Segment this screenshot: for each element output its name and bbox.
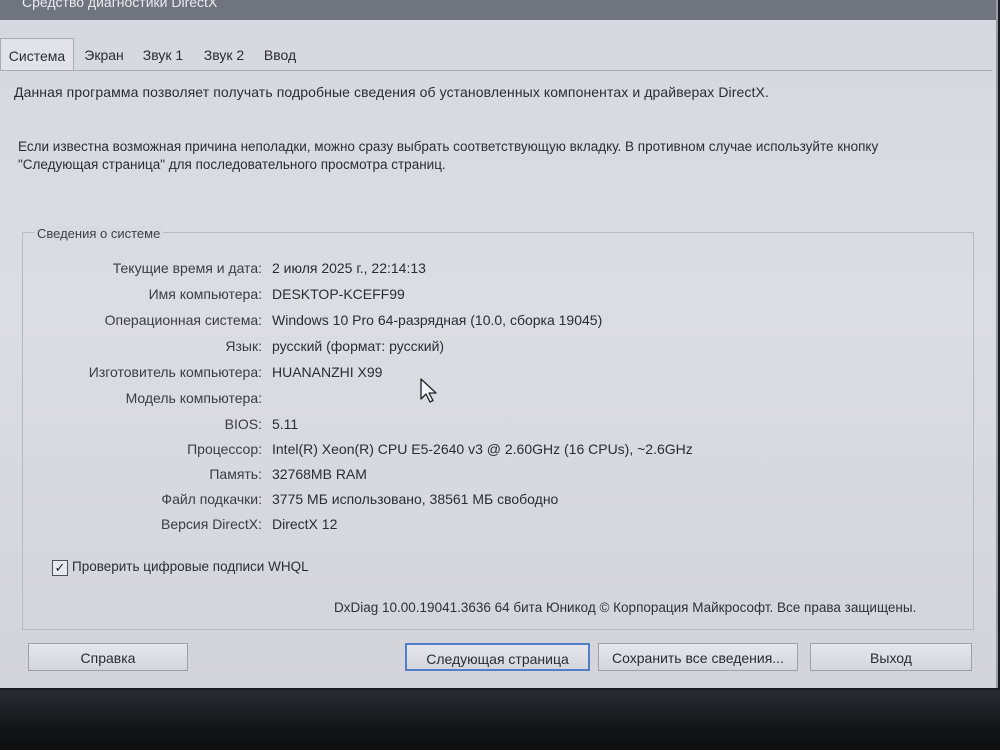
- info-label: Файл подкачки:: [161, 491, 262, 507]
- window-title: Средство диагностики DirectX: [22, 0, 218, 10]
- info-row-language: Язык: русский (формат: русский): [0, 336, 996, 356]
- info-value: Intel(R) Xeon(R) CPU E5-2640 v3 @ 2.60GH…: [272, 441, 693, 457]
- info-label: Текущие время и дата:: [112, 260, 262, 276]
- monitor-bezel: [0, 690, 1000, 750]
- info-row-directx: Версия DirectX: DirectX 12: [0, 514, 996, 534]
- info-label: BIOS:: [224, 416, 262, 432]
- next-page-button[interactable]: Следующая страница: [405, 643, 590, 671]
- info-row-datetime: Текущие время и дата: 2 июля 2025 г., 22…: [0, 258, 996, 278]
- info-value: 5.11: [272, 416, 299, 432]
- system-info-title: Сведения о системе: [34, 226, 164, 241]
- tab-divider: [0, 70, 992, 71]
- title-bar: Средство диагностики DirectX: [0, 0, 996, 20]
- info-label: Модель компьютера:: [125, 390, 262, 406]
- tab-system[interactable]: Система: [0, 38, 74, 71]
- info-row-memory: Память: 32768MB RAM: [0, 464, 996, 484]
- exit-button[interactable]: Выход: [810, 643, 972, 671]
- info-value: DirectX 12: [272, 516, 338, 532]
- info-row-pagefile: Файл подкачки: 3775 МБ использовано, 385…: [0, 489, 996, 509]
- info-value: 32768MB RAM: [272, 466, 367, 482]
- info-label: Язык:: [225, 338, 262, 354]
- info-row-os: Операционная система: Windows 10 Pro 64-…: [0, 310, 996, 330]
- info-value: 2 июля 2025 г., 22:14:13: [272, 260, 426, 276]
- info-label: Версия DirectX:: [161, 516, 262, 532]
- info-row-bios: BIOS: 5.11: [0, 414, 996, 434]
- tab-input[interactable]: Ввод: [258, 40, 302, 70]
- info-row-computer-name: Имя компьютера: DESKTOP-KCEFF99: [0, 284, 996, 304]
- whql-checkbox-label[interactable]: Проверить цифровые подписи WHQL: [72, 559, 309, 574]
- info-row-model: Модель компьютера:: [0, 388, 996, 408]
- info-label: Изготовитель компьютера:: [88, 364, 262, 380]
- mouse-pointer-icon: [420, 378, 437, 403]
- info-value: HUANANZHI X99: [272, 364, 383, 380]
- info-value: Windows 10 Pro 64-разрядная (10.0, сборк…: [272, 312, 603, 328]
- info-value: 3775 МБ использовано, 38561 МБ свободно: [272, 491, 559, 507]
- save-all-info-button[interactable]: Сохранить все сведения...: [598, 643, 798, 671]
- info-row-processor: Процессор: Intel(R) Xeon(R) CPU E5-2640 …: [0, 439, 996, 459]
- hint-text: Если известна возможная причина неполадк…: [18, 139, 879, 172]
- tab-sound-1[interactable]: Звук 1: [136, 40, 190, 70]
- help-button[interactable]: Справка: [28, 643, 188, 671]
- info-label: Имя компьютера:: [148, 286, 262, 302]
- version-copyright: DxDiag 10.00.19041.3636 64 бита Юникод ©…: [334, 600, 917, 615]
- info-row-manufacturer: Изготовитель компьютера: HUANANZHI X99: [0, 362, 996, 382]
- intro-text: Данная программа позволяет получать подр…: [14, 84, 769, 100]
- info-label: Память:: [209, 466, 262, 482]
- info-value: русский (формат: русский): [272, 338, 445, 354]
- whql-checkbox[interactable]: ✓: [52, 560, 68, 576]
- dxdiag-window: Средство диагностики DirectX Система Экр…: [0, 0, 998, 688]
- info-label: Операционная система:: [104, 312, 262, 328]
- tab-display[interactable]: Экран: [78, 40, 130, 70]
- info-value: DESKTOP-KCEFF99: [272, 286, 405, 302]
- tab-sound-2[interactable]: Звук 2: [196, 40, 252, 70]
- info-label: Процессор:: [187, 441, 262, 457]
